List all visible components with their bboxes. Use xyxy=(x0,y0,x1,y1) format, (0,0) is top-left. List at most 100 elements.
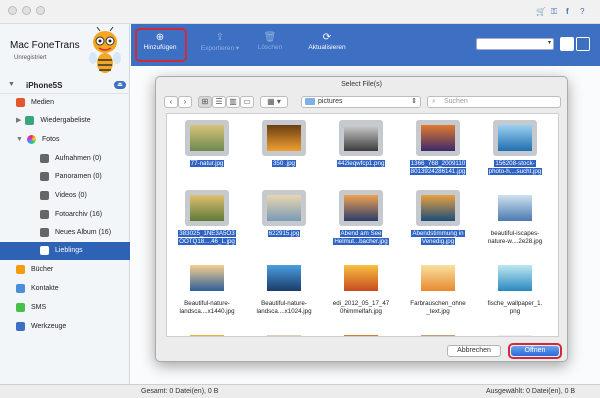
minimize-window-button[interactable] xyxy=(22,6,31,15)
arrange-button[interactable]: ▦ ▾ xyxy=(260,96,288,108)
file-item[interactable]: 350 .jpg xyxy=(248,116,320,182)
sms-icon xyxy=(16,302,25,312)
file-item[interactable]: Beautiful-nature-landsca....x1024.jpg xyxy=(248,256,320,322)
mascot-logo-icon xyxy=(89,26,121,73)
file-item[interactable]: Farbrauschen_ohne _text.jpg xyxy=(402,256,474,322)
file-name-line: 383025_1NE3A5O3 xyxy=(178,230,236,237)
file-name-line: landsca....x1440.jpg xyxy=(179,308,235,315)
expand-triangle-icon[interactable]: ▼ xyxy=(8,81,15,88)
sidebar-item-werkzeuge[interactable]: Werkzeuge xyxy=(16,318,66,336)
sidebar-item-fotoarchiv[interactable]: Fotoarchiv (16) xyxy=(40,206,102,224)
sidebar-item-sms[interactable]: SMS xyxy=(16,299,46,317)
list-view-button[interactable] xyxy=(576,37,590,51)
file-thumbnail xyxy=(262,120,306,156)
refresh-button[interactable]: ⟳ Aktualisieren xyxy=(303,24,351,66)
grid-view-button[interactable] xyxy=(560,37,574,51)
column-view-icon[interactable]: ▥ xyxy=(226,96,240,108)
file-item[interactable]: 77-natur.jpg xyxy=(171,116,243,182)
zoom-window-button[interactable] xyxy=(36,6,45,15)
file-item[interactable]: edi_2012_05_17_47 0himmelfah.jpg xyxy=(325,256,397,322)
file-name: 442leqwfcp1.png xyxy=(325,160,397,168)
back-button[interactable]: ‹ xyxy=(164,96,178,108)
sidebar-item-fotos[interactable]: ▼ Fotos xyxy=(16,131,59,149)
contacts-icon xyxy=(16,283,25,293)
sidebar-item-neues-album[interactable]: Neues Album (16) xyxy=(40,224,111,242)
open-button-label: Öffnen xyxy=(511,346,559,356)
file-name: beautiful-iscapes-nature-w....2e28.jpg xyxy=(479,230,551,246)
open-button[interactable]: Öffnen xyxy=(508,343,562,359)
cart-icon[interactable]: 🛒 xyxy=(536,8,546,16)
image-preview xyxy=(267,195,301,221)
disclosure-icon[interactable]: ▶ xyxy=(16,117,21,124)
close-window-button[interactable] xyxy=(8,6,17,15)
file-item[interactable]: 383025_1NE3A5O3 OOTQ18....46_L.jpg xyxy=(171,186,243,252)
file-name-line: 0himmelfah.jpg xyxy=(340,308,382,315)
file-thumbnail xyxy=(493,190,537,226)
sidebar-item-label: Kontakte xyxy=(31,285,59,292)
file-name: Abend am See Helmut...bacher.jpg xyxy=(325,230,397,246)
add-button-highlight xyxy=(135,28,187,62)
file-item[interactable] xyxy=(171,326,243,336)
coverflow-view-icon[interactable]: ▭ xyxy=(240,96,254,108)
image-preview xyxy=(421,335,455,336)
file-name-line: 350 .jpg xyxy=(271,160,297,167)
forward-button[interactable]: › xyxy=(178,96,192,108)
file-name-line: Venedig.jpg xyxy=(420,238,456,245)
sidebar-item-medien[interactable]: Medien xyxy=(16,94,54,112)
cancel-button[interactable]: Abbrechen xyxy=(447,345,501,357)
list-view-icon[interactable]: ☰ xyxy=(212,96,226,108)
sidebar-item-kontakte[interactable]: Kontakte xyxy=(16,280,59,298)
facebook-icon[interactable]: f xyxy=(566,8,569,16)
delete-button[interactable]: 🗑 Löschen xyxy=(253,24,287,66)
photos-icon xyxy=(26,134,36,144)
key-icon[interactable]: ⚿ xyxy=(551,8,557,16)
filter-dropdown[interactable]: ▾ xyxy=(476,38,554,50)
file-item[interactable] xyxy=(402,326,474,336)
disclosure-icon[interactable]: ▼ xyxy=(16,136,23,143)
sidebar-item-aufnahmen[interactable]: Aufnahmen (0) xyxy=(40,150,101,168)
file-name: Beautiful-nature-landsca....x1440.jpg xyxy=(171,300,243,316)
image-preview xyxy=(421,265,455,291)
file-item[interactable]: Beautiful-nature-landsca....x1440.jpg xyxy=(171,256,243,322)
file-item[interactable]: beautiful-iscapes-nature-w....2e28.jpg xyxy=(479,186,551,252)
file-item[interactable]: 622915.jpg xyxy=(248,186,320,252)
file-item[interactable]: 442leqwfcp1.png xyxy=(325,116,397,182)
file-item[interactable]: fische_wallpaper_1. png xyxy=(479,256,551,322)
folder-selector[interactable]: pictures ⇕ xyxy=(301,96,421,108)
file-thumbnail xyxy=(339,190,383,226)
file-item[interactable]: Abend am See Helmut...bacher.jpg xyxy=(325,186,397,252)
file-name: 350 .jpg xyxy=(248,160,320,168)
file-item[interactable] xyxy=(325,326,397,336)
file-item[interactable]: Abendstimmung in Venedig.jpg xyxy=(402,186,474,252)
icon-view-button[interactable]: ⊞ xyxy=(198,96,212,108)
sidebar-item-videos[interactable]: Videos (0) xyxy=(40,187,87,205)
file-item[interactable] xyxy=(479,326,551,336)
file-name-line: fische_wallpaper_1. xyxy=(487,300,543,307)
image-preview xyxy=(344,195,378,221)
sidebar-item-label: Bücher xyxy=(31,266,54,273)
sidebar-item-lieblings[interactable]: Lieblings xyxy=(0,242,130,260)
device-row[interactable]: ▼ iPhone5S ⏏ xyxy=(0,78,130,94)
archive-icon xyxy=(40,209,49,219)
eject-icon[interactable]: ⏏ xyxy=(114,81,126,89)
search-input[interactable]: ⌕ Suchen xyxy=(427,96,561,108)
sidebar-item-label: Aufnahmen (0) xyxy=(55,155,102,162)
file-name: edi_2012_05_17_47 0himmelfah.jpg xyxy=(325,300,397,316)
file-item[interactable]: 1366_768_2009110 8013924286141.jpg xyxy=(402,116,474,182)
file-thumbnail xyxy=(262,190,306,226)
file-name-line: Beautiful-nature- xyxy=(184,300,230,307)
sidebar-item-label: SMS xyxy=(31,304,47,311)
sidebar-item-panoramen[interactable]: Panoramen (0) xyxy=(40,168,102,186)
export-button[interactable]: ⇪ Exportieren ▾ xyxy=(193,24,247,66)
sidebar-item-buecher[interactable]: Bücher xyxy=(16,261,53,279)
file-thumbnail xyxy=(493,120,537,156)
help-icon[interactable]: ? xyxy=(580,8,584,16)
file-thumbnail xyxy=(339,330,383,336)
chevron-down-icon: ▾ xyxy=(547,40,551,46)
file-thumbnail xyxy=(185,190,229,226)
file-item[interactable]: 156208-stock-photo-h....sucht.jpg xyxy=(479,116,551,182)
sidebar-item-wiedergabeliste[interactable]: ▶ Wiedergabeliste xyxy=(16,112,91,130)
file-name-line: OOTQ18....46_L.jpg xyxy=(178,238,236,245)
file-item[interactable] xyxy=(248,326,320,336)
search-placeholder: Suchen xyxy=(444,98,468,105)
